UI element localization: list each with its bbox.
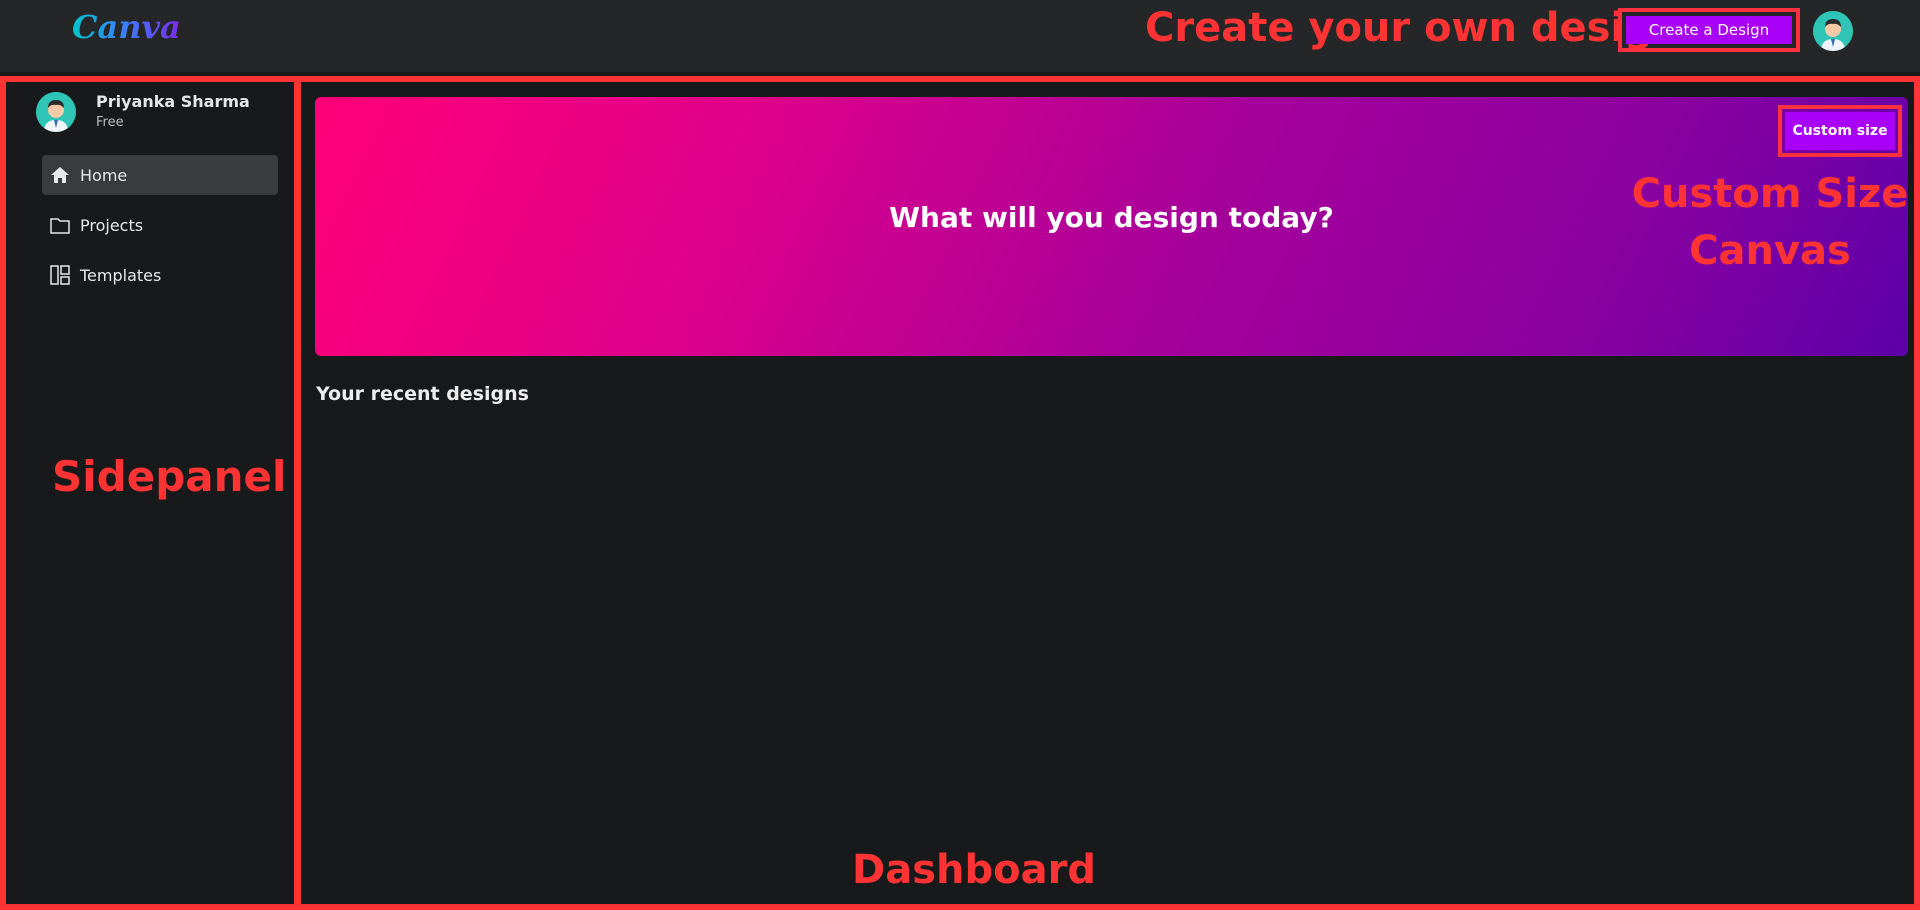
sidebar-avatar[interactable] (36, 92, 76, 132)
recent-designs-title: Your recent designs (316, 383, 529, 405)
folder-icon (50, 215, 70, 235)
annotation-create-design: Create your own design (1145, 5, 1682, 51)
annotation-custom-size-line2: Canvas (1689, 228, 1851, 274)
user-avatar-icon (36, 92, 76, 132)
avatar[interactable] (1813, 11, 1853, 51)
sidebar-item-home[interactable]: Home (42, 155, 278, 195)
sidebar-item-projects[interactable]: Projects (42, 205, 278, 245)
templates-icon (50, 265, 70, 285)
top-bar: Canva Create your own design Create a De… (0, 0, 1920, 72)
canva-logo[interactable]: Canva (72, 8, 181, 46)
sidebar-item-label: Templates (80, 265, 162, 285)
annotation-custom-size: Custom Size Canvas (1630, 166, 1910, 280)
user-avatar-icon (1813, 11, 1853, 51)
create-design-highlight: Create a Design (1618, 8, 1800, 52)
user-plan: Free (96, 115, 124, 130)
annotation-dashboard: Dashboard (852, 847, 1096, 893)
user-name: Priyanka Sharma (96, 92, 250, 111)
sidebar-item-templates[interactable]: Templates (42, 255, 278, 295)
custom-size-highlight: Custom size (1778, 105, 1902, 157)
home-icon (50, 165, 70, 185)
create-design-button[interactable]: Create a Design (1626, 16, 1792, 44)
custom-size-button[interactable]: Custom size (1785, 112, 1895, 150)
sidebar-item-label: Home (80, 165, 128, 185)
annotation-sidepanel: Sidepanel (52, 452, 287, 501)
sidebar-item-label: Projects (80, 215, 144, 235)
annotation-custom-size-line1: Custom Size (1631, 171, 1909, 217)
